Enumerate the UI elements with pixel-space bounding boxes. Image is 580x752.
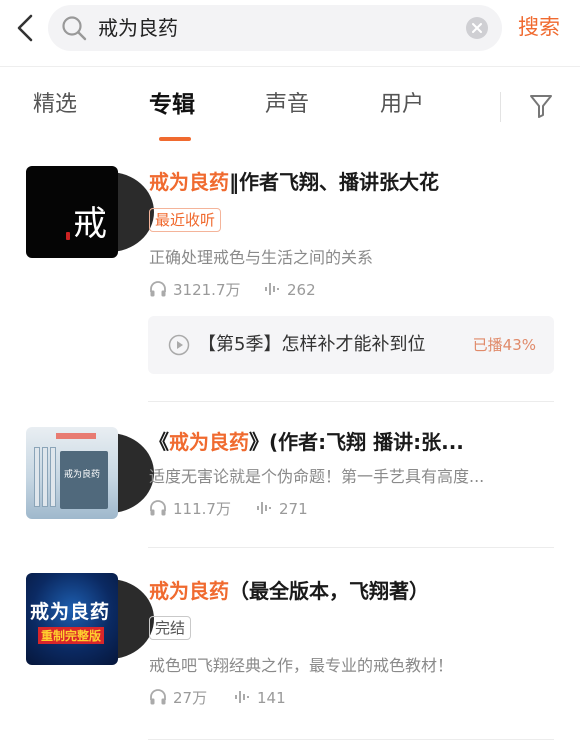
tab-featured[interactable]: 精选 xyxy=(33,88,77,122)
album-cover[interactable]: 戒为良药 重制完整版 xyxy=(26,573,154,665)
headphones-icon xyxy=(150,500,166,516)
play-count: 3121.7万 xyxy=(173,281,241,299)
play-progress: 已播43% xyxy=(472,336,536,354)
tab-albums[interactable]: 专辑 xyxy=(149,88,195,122)
album-title[interactable]: 戒为良药（最全版本，飞翔著） xyxy=(149,577,429,605)
album-description: 正确处理戒色与生活之间的关系 xyxy=(149,248,374,267)
cover-subtitle: 重制完整版 xyxy=(38,627,105,644)
album-cover[interactable]: 戒 xyxy=(26,166,154,258)
divider xyxy=(500,92,501,122)
completed-badge: 完结 xyxy=(149,616,192,640)
clear-icon[interactable] xyxy=(466,17,488,39)
search-header: 戒为良药 搜索 xyxy=(0,0,580,66)
track-count: 262 xyxy=(287,281,316,299)
filter-icon[interactable] xyxy=(528,92,554,120)
tab-sounds[interactable]: 声音 xyxy=(265,88,309,122)
search-button[interactable]: 搜索 xyxy=(518,12,560,42)
episode-title: 【第5季】怎样补才能补到位 xyxy=(198,334,426,355)
track-count: 271 xyxy=(279,500,308,518)
album-stats: 27万 141 xyxy=(149,687,449,709)
search-input[interactable]: 戒为良药 xyxy=(98,15,178,41)
sound-wave-icon xyxy=(265,283,279,295)
cover-title: 戒为良药 xyxy=(64,470,101,480)
sound-wave-icon xyxy=(235,691,249,703)
recent-listened-badge: 最近收听 xyxy=(149,208,222,232)
cover-title: 戒 xyxy=(73,204,107,244)
last-played-episode[interactable]: 【第5季】怎样补才能补到位 已播43% xyxy=(148,316,554,374)
cover-title: 戒为良药 xyxy=(30,601,111,623)
divider xyxy=(148,547,554,548)
tab-active-indicator xyxy=(159,137,191,141)
track-count: 141 xyxy=(257,689,286,707)
album-stats: 111.7万 271 xyxy=(149,498,449,520)
album-description: 戒色吧飞翔经典之作，最专业的戒色教材！ xyxy=(149,656,454,675)
tab-bar: 精选 专辑 声音 用户 xyxy=(0,80,580,144)
search-box[interactable]: 戒为良药 xyxy=(48,5,502,51)
album-title[interactable]: 《戒为良药》(作者:飞翔 播讲:张... xyxy=(149,428,464,456)
play-circle-icon[interactable] xyxy=(168,334,190,356)
album-title[interactable]: 戒为良药‖作者飞翔、播讲张大花 xyxy=(149,168,439,196)
back-arrow-icon[interactable] xyxy=(12,10,40,46)
headphones-icon xyxy=(150,281,166,297)
divider xyxy=(148,401,554,402)
album-stats: 3121.7万 262 xyxy=(149,279,449,301)
album-cover[interactable]: 戒为良药 xyxy=(26,427,154,519)
divider xyxy=(0,66,580,67)
headphones-icon xyxy=(150,689,166,705)
divider xyxy=(148,739,554,740)
tab-users[interactable]: 用户 xyxy=(380,88,424,122)
play-count: 111.7万 xyxy=(173,500,231,518)
sound-wave-icon xyxy=(257,502,271,514)
search-icon xyxy=(62,16,87,41)
album-description: 适度无害论就是个伪命题！第一手艺具有高度... xyxy=(149,467,485,486)
play-count: 27万 xyxy=(173,689,208,707)
